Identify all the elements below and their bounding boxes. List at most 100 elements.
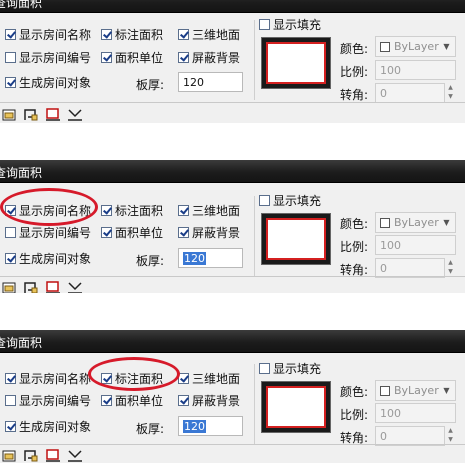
checkbox-box bbox=[178, 395, 189, 406]
floor-thickness-input[interactable]: 120 bbox=[178, 72, 243, 92]
rotate-value: 0 bbox=[380, 429, 387, 443]
checkbox-box bbox=[101, 395, 112, 406]
toolbar-separator bbox=[0, 102, 465, 103]
mask-background-checkbox[interactable]: 屏蔽背景 bbox=[178, 49, 240, 66]
checkbox-label: 生成房间对象 bbox=[19, 252, 92, 266]
show-room-number-checkbox[interactable]: 显示房间编号 bbox=[5, 49, 91, 66]
mask-background-checkbox[interactable]: 屏蔽背景 bbox=[178, 392, 240, 409]
select-polyline-icon[interactable] bbox=[23, 448, 39, 463]
create-room-object-checkbox[interactable]: 生成房间对象 bbox=[5, 250, 91, 267]
three-d-floor-checkbox[interactable]: 三维地面 bbox=[178, 26, 240, 43]
title-bar: 查询面积 bbox=[0, 160, 465, 183]
checkbox-label: 屏蔽背景 bbox=[192, 51, 241, 65]
color-select[interactable]: ByLayer ▼ bbox=[375, 212, 456, 233]
checkbox-box bbox=[5, 395, 16, 406]
fill-preview bbox=[261, 37, 331, 89]
checkbox-box bbox=[259, 363, 270, 374]
checkbox-box bbox=[178, 29, 189, 40]
pick-point-icon[interactable] bbox=[45, 448, 61, 463]
floor-thickness-input[interactable]: 120 bbox=[178, 248, 243, 268]
checkbox-label: 面积单位 bbox=[115, 226, 164, 240]
color-label: 颜色: bbox=[340, 385, 369, 399]
show-fill-checkbox[interactable]: 显示填充 bbox=[259, 16, 321, 33]
floor-thickness-value: 120 bbox=[183, 419, 206, 433]
show-room-name-checkbox[interactable]: 显示房间名称 bbox=[5, 370, 91, 387]
fill-preview-swatch bbox=[266, 386, 326, 428]
checkbox-label: 显示房间名称 bbox=[19, 372, 92, 386]
fill-preview bbox=[261, 381, 331, 433]
show-room-number-checkbox[interactable]: 显示房间编号 bbox=[5, 224, 91, 241]
rotate-input[interactable]: 0 bbox=[375, 258, 445, 278]
window-title: 查询面积 bbox=[0, 336, 43, 350]
scale-input[interactable]: 100 bbox=[375, 403, 456, 423]
checkbox-label: 标注面积 bbox=[115, 372, 164, 386]
floor-thickness-input[interactable]: 120 bbox=[178, 416, 243, 436]
checkbox-box bbox=[101, 29, 112, 40]
rotate-input[interactable]: 0 bbox=[375, 83, 445, 103]
checkbox-label: 标注面积 bbox=[115, 204, 164, 218]
rotate-spinner[interactable]: ▲ ▼ bbox=[446, 83, 455, 103]
show-fill-checkbox[interactable]: 显示填充 bbox=[259, 192, 321, 209]
draw-area-icon[interactable] bbox=[67, 280, 83, 293]
show-fill-checkbox[interactable]: 显示填充 bbox=[259, 360, 321, 377]
checkbox-box bbox=[5, 421, 16, 432]
show-room-name-checkbox[interactable]: 显示房间名称 bbox=[5, 202, 91, 219]
scale-input[interactable]: 100 bbox=[375, 235, 456, 255]
checkbox-box bbox=[5, 52, 16, 63]
mark-area-checkbox[interactable]: 标注面积 bbox=[101, 26, 163, 43]
checkbox-label: 显示房间编号 bbox=[19, 394, 92, 408]
color-select[interactable]: ByLayer ▼ bbox=[375, 36, 456, 57]
checkbox-box bbox=[101, 52, 112, 63]
checkbox-box bbox=[178, 227, 189, 238]
pick-point-icon[interactable] bbox=[45, 107, 61, 122]
three-d-floor-checkbox[interactable]: 三维地面 bbox=[178, 202, 240, 219]
chevron-down-icon: ▼ bbox=[443, 218, 450, 227]
rotate-spinner[interactable]: ▲ ▼ bbox=[446, 426, 455, 446]
select-room-icon[interactable] bbox=[2, 448, 18, 463]
rotate-input[interactable]: 0 bbox=[375, 426, 445, 446]
draw-area-icon[interactable] bbox=[67, 107, 83, 122]
rotate-spinner[interactable]: ▲ ▼ bbox=[446, 258, 455, 278]
checkbox-box bbox=[259, 19, 270, 30]
area-unit-checkbox[interactable]: 面积单位 bbox=[101, 392, 163, 409]
mark-area-checkbox[interactable]: 标注面积 bbox=[101, 370, 163, 387]
color-select[interactable]: ByLayer ▼ bbox=[375, 380, 456, 401]
create-room-object-checkbox[interactable]: 生成房间对象 bbox=[5, 418, 91, 435]
rotate-label: 转角: bbox=[340, 88, 369, 102]
group-divider bbox=[254, 20, 255, 100]
select-room-icon[interactable] bbox=[2, 280, 18, 293]
select-room-icon[interactable] bbox=[2, 107, 18, 122]
color-value: ByLayer bbox=[394, 40, 439, 53]
mark-area-checkbox[interactable]: 标注面积 bbox=[101, 202, 163, 219]
checkbox-label: 显示填充 bbox=[273, 18, 322, 32]
draw-area-icon[interactable] bbox=[67, 448, 83, 463]
show-room-name-checkbox[interactable]: 显示房间名称 bbox=[5, 26, 91, 43]
color-value: ByLayer bbox=[394, 384, 439, 397]
scale-label: 比例: bbox=[340, 240, 369, 254]
chevron-down-icon: ▼ bbox=[443, 42, 450, 51]
group-divider bbox=[254, 364, 255, 444]
query-area-panel-3: 查询面积 显示房间名称 显示房间编号 生成房间对象 标注面积 面积单位 板厚: … bbox=[0, 330, 465, 463]
three-d-floor-checkbox[interactable]: 三维地面 bbox=[178, 370, 240, 387]
toolbar-separator bbox=[0, 444, 465, 445]
create-room-object-checkbox[interactable]: 生成房间对象 bbox=[5, 74, 91, 91]
pick-point-icon[interactable] bbox=[45, 280, 61, 293]
show-room-number-checkbox[interactable]: 显示房间编号 bbox=[5, 392, 91, 409]
area-unit-checkbox[interactable]: 面积单位 bbox=[101, 224, 163, 241]
checkbox-label: 显示填充 bbox=[273, 362, 322, 376]
select-polyline-icon[interactable] bbox=[23, 280, 39, 293]
checkbox-label: 标注面积 bbox=[115, 28, 164, 42]
checkbox-box bbox=[178, 373, 189, 384]
checkbox-label: 面积单位 bbox=[115, 51, 164, 65]
select-polyline-icon[interactable] bbox=[23, 107, 39, 122]
mask-background-checkbox[interactable]: 屏蔽背景 bbox=[178, 224, 240, 241]
scale-input[interactable]: 100 bbox=[375, 60, 456, 80]
checkbox-box bbox=[5, 227, 16, 238]
checkbox-label: 显示房间编号 bbox=[19, 226, 92, 240]
checkbox-box bbox=[101, 227, 112, 238]
fill-preview-swatch bbox=[266, 218, 326, 260]
scale-value: 100 bbox=[380, 238, 401, 252]
area-unit-checkbox[interactable]: 面积单位 bbox=[101, 49, 163, 66]
checkbox-label: 屏蔽背景 bbox=[192, 226, 241, 240]
checkbox-label: 屏蔽背景 bbox=[192, 394, 241, 408]
